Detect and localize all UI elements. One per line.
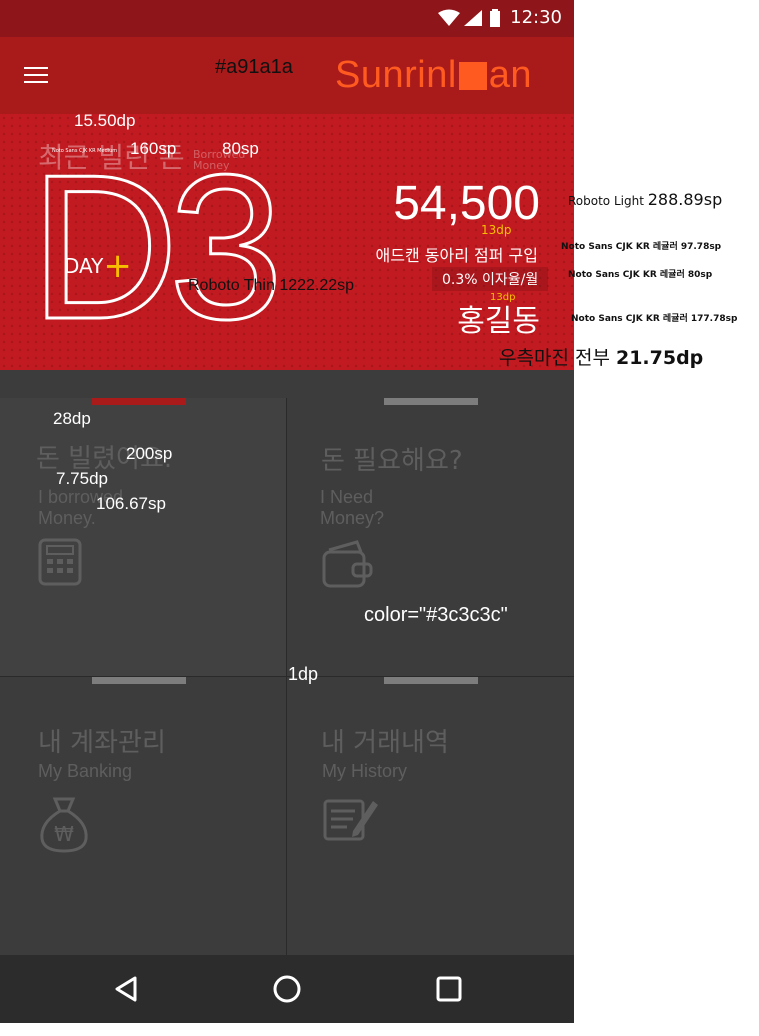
signal-icon (464, 10, 482, 26)
annotation-purpose-font: Noto Sans CJK KR 레귤러 97.78sp (561, 242, 722, 252)
annotation-tile-top: 28dp (53, 409, 91, 428)
annotation-tile-en-size: 106.67sp (96, 494, 166, 513)
status-bar: 12:30 (0, 0, 574, 37)
interest-rate: 0.3% 이자율/월 (432, 267, 549, 291)
battery-icon (490, 9, 500, 27)
money-bag-icon: ₩ (40, 797, 88, 853)
divider-strip (0, 370, 574, 398)
annotation-tile-color: color="#3c3c3c" (364, 604, 508, 626)
tile-title-ko: 내 거래내역 (321, 728, 449, 758)
logo-text-end: an (488, 54, 533, 96)
tile-need-money[interactable]: 돈 필요해요? I Need Money? (287, 398, 574, 676)
tile-title-en-line1: I Need (320, 487, 374, 507)
tile-title-ko: 내 계좌관리 (38, 728, 166, 758)
calculator-icon (38, 538, 82, 586)
tile-my-banking[interactable]: 내 계좌관리 My Banking ₩ (0, 677, 286, 955)
annotation-tile-title-size: 200sp (126, 444, 173, 463)
hamburger-menu-icon[interactable] (24, 67, 48, 85)
app-logo: Sunrinl an (335, 54, 532, 97)
day-label: DAY (64, 254, 104, 278)
annotation-appbar-color: #a91a1a (215, 56, 293, 78)
annotation-divider-width: 1dp (288, 664, 319, 684)
annotation-name-font: Noto Sans CJK KR 레귤러 177.78sp (571, 314, 738, 324)
annotation-d3-font: Roboto Thin 1222.22sp (188, 277, 355, 294)
recents-icon[interactable] (433, 973, 465, 1005)
tile-title-en-line2: Money? (320, 508, 385, 528)
wifi-icon (438, 9, 460, 26)
tile-indicator (92, 398, 186, 405)
clock: 12:30 (510, 7, 562, 28)
day-plus-label: DAY+ (64, 246, 132, 286)
document-edit-icon (323, 799, 378, 841)
loan-purpose: 애드캔 동아리 점퍼 구입 (375, 246, 538, 265)
plus-sign: + (103, 246, 132, 286)
logo-text-start: Sunrinl (335, 54, 457, 96)
back-icon[interactable] (111, 973, 143, 1005)
tile-title-en: My Banking (38, 761, 133, 781)
annotation-font-medium: Noto Sans CJK KR Medium (52, 148, 118, 154)
annotation-right-margin: 우측마진 전부 21.75dp (499, 343, 703, 370)
tile-divider-horizontal (0, 676, 574, 677)
annotation-amount-font: Roboto Light 288.89sp (568, 190, 722, 209)
annotation-amount-font-name: Roboto Light (568, 194, 644, 208)
tile-borrowed-money[interactable]: 돈 빌렸어요. I borrowed Money. (0, 398, 286, 676)
annotation-rate-gap: 13dp (490, 292, 516, 303)
tile-title-ko: 돈 필요해요? (321, 446, 463, 476)
tile-title-en: My History (322, 761, 407, 781)
annotation-subtitle-size: 80sp (222, 139, 259, 158)
tile-indicator (384, 398, 478, 405)
annotation-padding-top: 15.50dp (74, 111, 136, 130)
system-nav-bar (0, 955, 574, 1023)
logo-box-icon (458, 62, 487, 90)
annotation-right-margin-label: 우측마진 전부 (499, 347, 610, 369)
annotation-title-size: 160sp (130, 139, 177, 158)
annotation-rate-font: Noto Sans CJK KR 레귤러 80sp (568, 270, 713, 280)
tile-indicator (92, 677, 186, 684)
tile-title-en: I Need Money? (320, 487, 384, 529)
tile-indicator (384, 677, 478, 684)
wallet-icon (322, 540, 373, 588)
home-icon[interactable] (271, 973, 303, 1005)
annotation-amount-size: 288.89sp (647, 190, 723, 209)
annotation-amount-gap: 13dp (481, 223, 512, 237)
annotation-right-margin-value: 21.75dp (615, 347, 704, 369)
svg-text:₩: ₩ (54, 822, 74, 846)
loan-amount: 54,500 (393, 177, 540, 230)
annotation-tile-gap: 7.75dp (56, 469, 108, 488)
tile-my-history[interactable]: 내 거래내역 My History (287, 677, 574, 955)
